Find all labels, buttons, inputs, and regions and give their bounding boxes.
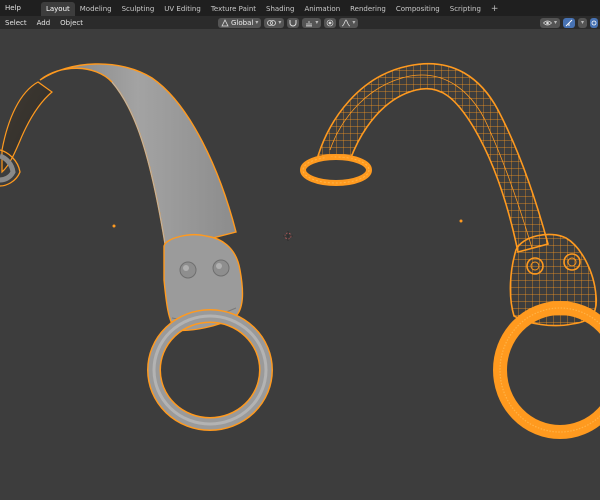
select-menu[interactable]: Select: [0, 19, 32, 27]
gizmo-toggle-button[interactable]: [562, 17, 575, 28]
tab-scripting[interactable]: Scripting: [445, 2, 486, 16]
viewport-right-tools: ▾ ▾: [539, 16, 598, 29]
object-origin-dot: [112, 224, 116, 228]
gizmo-icon: [565, 19, 573, 26]
tab-animation[interactable]: Animation: [299, 2, 345, 16]
chevron-down-icon: ▾: [315, 19, 319, 26]
wire-collar-ring: [493, 301, 600, 439]
chevron-down-icon: ▾: [278, 19, 282, 26]
add-workspace-button[interactable]: +: [486, 2, 504, 16]
tab-shading[interactable]: Shading: [261, 2, 299, 16]
pivot-icon: [267, 19, 277, 26]
3d-viewport[interactable]: [0, 29, 600, 500]
add-menu[interactable]: Add: [32, 19, 56, 27]
orientation-label: Global: [231, 18, 254, 27]
solid-collar-model[interactable]: [0, 63, 273, 431]
overlays-toggle-button[interactable]: [590, 17, 598, 28]
falloff-curve-icon: [342, 19, 351, 26]
chevron-down-icon: ▾: [255, 19, 259, 26]
snap-target-dropdown[interactable]: ▾: [302, 17, 322, 28]
chevron-down-icon: ▾: [580, 19, 584, 26]
tab-compositing[interactable]: Compositing: [391, 2, 445, 16]
orientation-icon: [221, 18, 229, 26]
transform-orientation-dropdown[interactable]: Global ▾: [218, 17, 262, 28]
viewport-header: Select Add Object Global ▾ ▾ ▾ ▾ ▾ ▾: [0, 16, 600, 29]
overlays-icon: [591, 20, 597, 25]
topbar: Help Layout Modeling Sculpting UV Editin…: [0, 0, 600, 16]
transform-tools: Global ▾ ▾ ▾ ▾: [218, 16, 359, 29]
tab-uv-editing[interactable]: UV Editing: [159, 2, 206, 16]
proportional-editing-button[interactable]: [324, 17, 337, 28]
menu-help[interactable]: Help: [0, 0, 27, 16]
3d-cursor-icon[interactable]: [283, 231, 293, 241]
eye-icon: [542, 20, 552, 25]
gizmo-dropdown[interactable]: ▾: [577, 17, 587, 28]
chevron-down-icon: ▾: [352, 19, 356, 26]
tab-layout[interactable]: Layout: [40, 1, 75, 16]
falloff-dropdown[interactable]: ▾: [339, 17, 359, 28]
visibility-dropdown[interactable]: ▾: [539, 17, 560, 28]
tab-sculpting[interactable]: Sculpting: [117, 2, 160, 16]
snap-toggle-button[interactable]: [287, 17, 300, 28]
object-menu[interactable]: Object: [55, 19, 88, 27]
tab-rendering[interactable]: Rendering: [345, 2, 391, 16]
wireframe-collar-model[interactable]: [300, 62, 600, 439]
snap-increment-icon: [306, 20, 313, 26]
pivot-point-dropdown[interactable]: ▾: [264, 17, 285, 28]
magnet-icon: [289, 19, 297, 26]
chevron-down-icon: ▾: [553, 19, 557, 26]
object-origin-dot: [459, 219, 463, 223]
collar-strap: [39, 63, 237, 251]
proportional-edit-icon: [327, 19, 334, 26]
tab-modeling[interactable]: Modeling: [75, 2, 117, 16]
tab-texture-paint[interactable]: Texture Paint: [206, 2, 261, 16]
viewport-canvas[interactable]: [0, 29, 600, 500]
collar-inner-surface: [1, 81, 53, 174]
